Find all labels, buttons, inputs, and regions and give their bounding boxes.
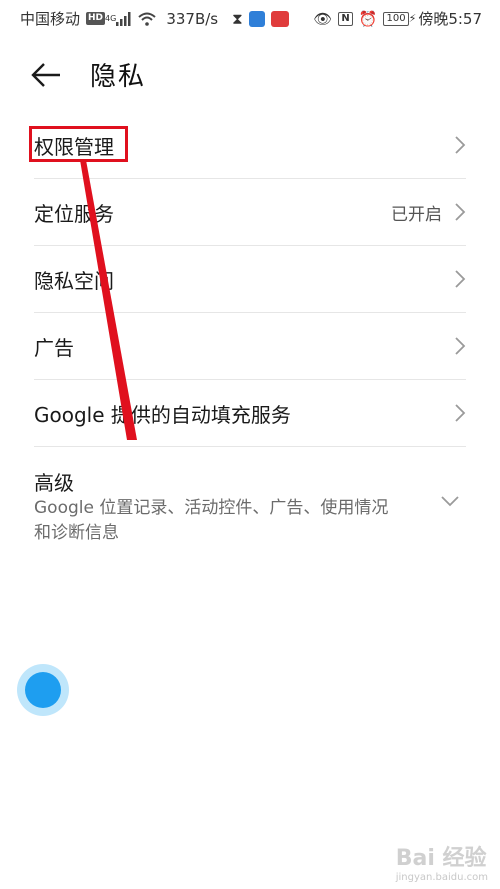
chevron-right-icon — [455, 337, 466, 355]
chevron-down-icon — [441, 496, 459, 507]
watermark-text: Bai 经验 — [395, 846, 487, 871]
app-notification-icon — [270, 10, 289, 27]
list-item-label: 定位服务 — [34, 201, 114, 226]
app-header: 隐私 — [0, 52, 500, 96]
list-item-label: 权限管理 — [34, 134, 114, 159]
chevron-right-icon — [455, 136, 466, 154]
nfc-icon: N — [338, 11, 353, 26]
network-speed: 337B/s — [166, 9, 219, 28]
wifi-icon — [138, 12, 156, 26]
status-bar: 中国移动 HD 4G 337B/s ⧗ 👁 N ⏰ 100 ⚡ 傍晚5:57 — [0, 0, 500, 34]
list-item-label: 隐私空间 — [34, 268, 114, 293]
network-type: 4G — [105, 14, 117, 23]
back-button[interactable] — [30, 58, 64, 92]
signal-icon — [116, 11, 131, 26]
app-notification-icon — [248, 10, 265, 27]
floating-ball-core — [25, 672, 61, 708]
list-item-label: 广告 — [34, 335, 74, 360]
location-status: 已开启 — [391, 204, 442, 225]
list-item-private-space[interactable]: 隐私空间 — [34, 246, 466, 313]
list-item-location-services[interactable]: 定位服务 已开启 — [34, 179, 466, 246]
list-item-advanced[interactable]: 高级 Google 位置记录、活动控件、广告、使用情况和诊断信息 — [34, 447, 466, 557]
eye-icon: 👁 — [313, 9, 333, 28]
hd-badge: HD — [86, 12, 106, 25]
watermark-url: jingyan.baidu.com — [395, 872, 488, 883]
floating-ball[interactable] — [17, 664, 69, 716]
carrier-label: 中国移动 — [20, 10, 81, 28]
advanced-description: Google 位置记录、活动控件、广告、使用情况和诊断信息 — [34, 498, 389, 543]
privacy-settings-list: 权限管理 定位服务 已开启 隐私空间 广告 Google 提供的自动填充服务 高… — [34, 112, 466, 557]
chevron-right-icon — [455, 203, 466, 221]
list-item-ads[interactable]: 广告 — [34, 313, 466, 380]
page-title: 隐私 — [90, 62, 147, 92]
chevron-right-icon — [455, 404, 466, 422]
charging-icon: ⚡ — [408, 12, 417, 25]
list-item-label: Google 提供的自动填充服务 — [34, 402, 291, 427]
list-item-permission-management[interactable]: 权限管理 — [34, 112, 466, 179]
chevron-right-icon — [455, 270, 466, 288]
battery-icon: 100 — [383, 11, 409, 26]
list-item-google-autofill[interactable]: Google 提供的自动填充服务 — [34, 380, 466, 447]
arrow-left-icon — [31, 63, 60, 87]
hourglass-icon: ⧗ — [232, 9, 243, 28]
alarm-icon: ⏰ — [358, 9, 378, 28]
watermark: Bai 经验 jingyan.baidu.com — [396, 840, 488, 883]
list-item-label: 高级 — [34, 471, 74, 495]
screen: 中国移动 HD 4G 337B/s ⧗ 👁 N ⏰ 100 ⚡ 傍晚5:57 隐… — [0, 0, 500, 889]
clock: 傍晚5:57 — [418, 10, 482, 28]
